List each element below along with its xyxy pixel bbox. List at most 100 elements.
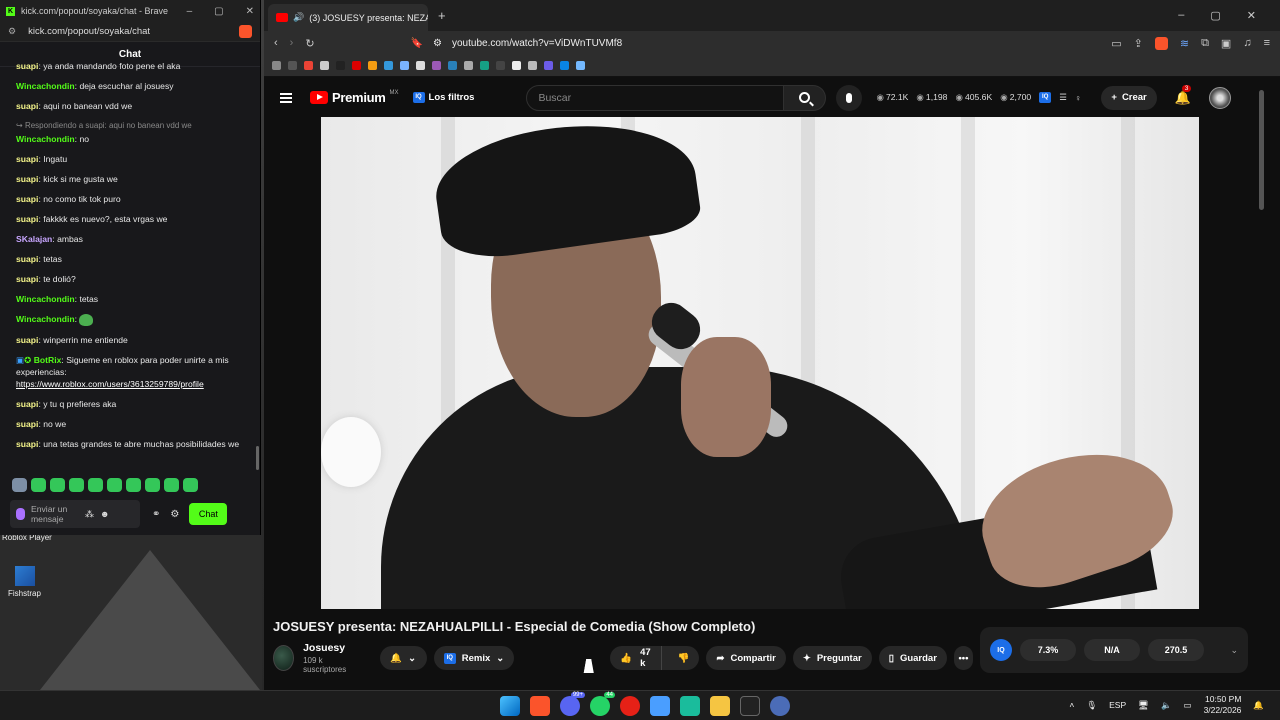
video-player[interactable] <box>321 117 1199 609</box>
chat-username[interactable]: Wincachondin <box>16 294 75 304</box>
emote-icon[interactable] <box>107 478 122 492</box>
chat-username[interactable]: suapi <box>16 274 38 284</box>
chat-input-placeholder[interactable]: Enviar un mensaje <box>31 504 79 524</box>
send-chat-button[interactable]: Chat <box>189 503 228 525</box>
notifications-button[interactable]: 🔔 3 <box>1175 84 1192 106</box>
chat-username[interactable]: suapi <box>16 194 38 204</box>
chat-username[interactable]: suapi <box>16 439 38 449</box>
translate-icon[interactable]: ⁂ <box>85 509 94 520</box>
bookmark-item-icon[interactable] <box>352 61 361 70</box>
bookmark-item-icon[interactable] <box>432 61 441 70</box>
emote-icon[interactable] <box>50 478 65 492</box>
notifications-icon[interactable]: 🔔 <box>1253 700 1264 711</box>
extension-icon[interactable]: ♀ <box>1075 93 1081 103</box>
battery-icon[interactable]: ▭ <box>1184 700 1192 711</box>
emote-icon[interactable] <box>145 478 160 492</box>
chat-username[interactable]: Wincachondin <box>16 314 75 324</box>
account-avatar[interactable] <box>1208 86 1231 109</box>
share-icon[interactable]: ⇪ <box>1134 37 1143 50</box>
fl-app-icon[interactable] <box>740 696 760 716</box>
chat-username[interactable]: suapi <box>16 101 38 111</box>
chat-username[interactable]: suapi <box>16 174 38 184</box>
bookmark-item-icon[interactable] <box>528 61 537 70</box>
language-indicator[interactable]: ESP <box>1109 700 1126 710</box>
chat-username[interactable]: suapi <box>16 419 38 429</box>
voice-search-button[interactable] <box>836 84 863 111</box>
bookmark-item-icon[interactable] <box>368 61 377 70</box>
maximize-icon[interactable]: ▢ <box>214 6 223 17</box>
tray-expand-icon[interactable]: ˄ <box>1069 700 1074 710</box>
close-icon[interactable]: ✕ <box>1247 9 1256 22</box>
bookmark-item-icon[interactable] <box>480 61 489 70</box>
tab-title[interactable]: (3) JOSUESY presenta: NEZAHU <box>309 13 428 23</box>
ask-button[interactable]: ✦ Preguntar <box>792 646 872 670</box>
bookmark-item-icon[interactable] <box>560 61 569 70</box>
settings-app-icon[interactable] <box>770 696 790 716</box>
chat-username[interactable]: BotRix <box>34 355 62 365</box>
bookmark-item-icon[interactable] <box>416 61 425 70</box>
speaker-icon[interactable]: 🔊 <box>293 12 304 23</box>
site-info-icon[interactable]: ⚙ <box>433 38 442 49</box>
emoji-icon[interactable]: ☻ <box>100 509 109 519</box>
chat-username[interactable]: suapi <box>16 254 38 264</box>
kick-url-text[interactable]: kick.com/popout/soyaka/chat <box>28 26 150 37</box>
more-actions-button[interactable]: ••• <box>953 646 973 670</box>
bookmark-item-icon[interactable] <box>512 61 521 70</box>
emote-icon[interactable] <box>12 478 27 492</box>
site-settings-icon[interactable]: ⚙ <box>8 26 16 37</box>
forward-icon[interactable]: › <box>290 37 294 49</box>
save-button[interactable]: ▯ Guardar <box>878 646 947 670</box>
mic-icon[interactable] <box>16 508 25 520</box>
share-button[interactable]: ➦ Compartir <box>706 646 786 670</box>
url-text[interactable]: youtube.com/watch?v=ViDWnTUVMf8 <box>452 38 622 49</box>
close-icon[interactable]: ✕ <box>246 6 254 17</box>
emote-icon[interactable] <box>183 478 198 492</box>
youtube-premium-logo[interactable]: Premium MX <box>310 90 399 105</box>
discord-icon[interactable]: 99+ <box>560 692 585 716</box>
network-icon[interactable]: 🖥 <box>1138 700 1149 711</box>
bookmark-item-icon[interactable] <box>320 61 329 70</box>
brave-shield-icon[interactable] <box>239 25 252 38</box>
emote-icon[interactable] <box>88 478 103 492</box>
bookmark-item-icon[interactable] <box>448 61 457 70</box>
chat-username[interactable]: suapi <box>16 399 38 409</box>
mic-icon[interactable]: 🎙 <box>1086 700 1097 711</box>
chevron-down-icon[interactable]: ⌄ <box>1230 645 1238 656</box>
roblox-profile-link[interactable]: https://www.roblox.com/users/3613259789/… <box>16 379 204 389</box>
volume-icon[interactable]: 🔈 <box>1161 700 1172 711</box>
search-button[interactable] <box>784 84 827 111</box>
fishstrap-label[interactable]: Fishstrap <box>8 589 41 598</box>
page-scrollbar[interactable] <box>1258 80 1266 690</box>
youtube-app-icon[interactable] <box>620 696 640 716</box>
filters-button[interactable]: IQ Los filtros <box>412 92 474 103</box>
start-windows-icon[interactable] <box>500 696 520 716</box>
wallet-icon[interactable]: ▣ <box>1221 37 1231 50</box>
bookmark-item-icon[interactable] <box>288 61 297 70</box>
channel-avatar[interactable] <box>273 645 295 671</box>
chat-username[interactable]: SKalajan <box>16 234 52 244</box>
extensions-icon[interactable]: ⧉ <box>1201 37 1209 50</box>
kick-address-bar[interactable]: ⚙ kick.com/popout/soyaka/chat <box>0 22 260 42</box>
list-icon[interactable]: ☰ <box>1059 92 1067 103</box>
clock[interactable]: 10:50 PM 3/22/2026 <box>1204 694 1242 716</box>
menu-icon[interactable]: ≡ <box>1264 37 1270 49</box>
chat-username[interactable]: Wincachondin <box>16 81 75 91</box>
hamburger-menu-icon[interactable] <box>280 92 292 103</box>
file-explorer-icon[interactable] <box>710 696 730 716</box>
whatsapp-icon[interactable]: 44 <box>590 692 615 716</box>
emote-icon[interactable] <box>126 478 141 492</box>
create-button[interactable]: + Crear <box>1101 85 1157 110</box>
chat-scrollbar[interactable] <box>256 446 259 470</box>
bookmark-item-icon[interactable] <box>496 61 505 70</box>
chat-username[interactable]: suapi <box>16 154 38 164</box>
bookmark-item-icon[interactable] <box>400 61 409 70</box>
bookmark-item-icon[interactable] <box>304 61 313 70</box>
maximize-icon[interactable]: ▢ <box>1210 9 1220 22</box>
bookmark-item-icon[interactable] <box>384 61 393 70</box>
like-button[interactable]: 👍 47 k <box>610 646 662 670</box>
scrollbar-thumb[interactable] <box>1259 90 1264 210</box>
chat-username[interactable]: suapi <box>16 335 38 345</box>
search-input[interactable]: Buscar <box>526 84 785 111</box>
iq-icon[interactable]: IQ <box>1039 92 1052 103</box>
apps-grid-icon[interactable] <box>272 61 281 70</box>
